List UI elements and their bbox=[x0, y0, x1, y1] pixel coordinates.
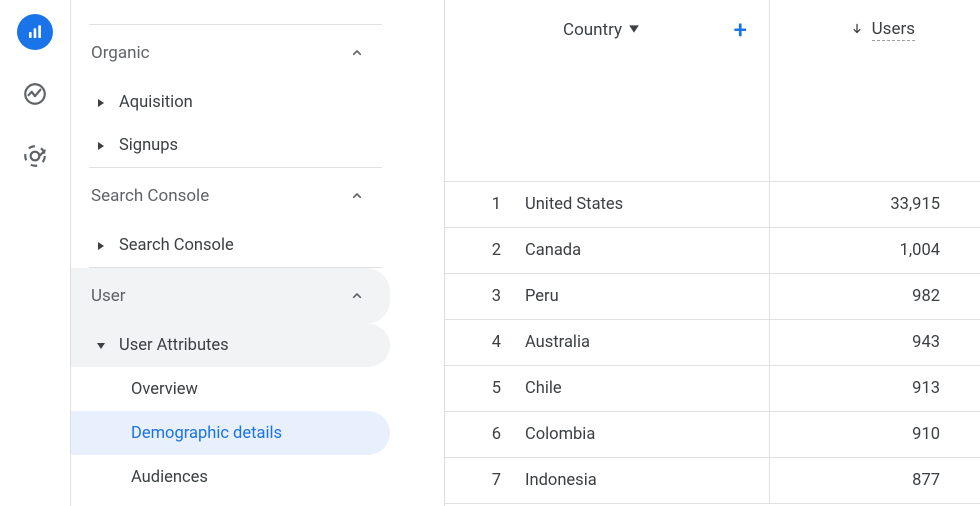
explore-icon[interactable] bbox=[17, 138, 53, 174]
triangle-right-icon bbox=[93, 141, 109, 151]
row-index: 4 bbox=[445, 333, 525, 352]
chevron-up-icon bbox=[348, 44, 366, 62]
realtime-icon[interactable] bbox=[17, 76, 53, 112]
add-dimension-button[interactable]: + bbox=[734, 18, 747, 42]
row-country: Canada bbox=[525, 228, 770, 273]
row-index: 1 bbox=[445, 195, 525, 214]
sidebar-group-label: Organic bbox=[91, 43, 150, 63]
sidebar-group-search-console[interactable]: Search Console bbox=[71, 168, 390, 224]
row-country: United States bbox=[525, 182, 770, 227]
row-country: Colombia bbox=[525, 412, 770, 457]
row-country: Indonesia bbox=[525, 458, 770, 503]
chevron-up-icon bbox=[348, 287, 366, 305]
triangle-right-icon bbox=[93, 241, 109, 251]
row-index: 6 bbox=[445, 425, 525, 444]
dimension-picker[interactable]: Country bbox=[563, 20, 640, 40]
sort-down-icon bbox=[850, 21, 864, 40]
table-header: Country + Users bbox=[445, 0, 980, 60]
sidebar-item-user-attributes[interactable]: User Attributes bbox=[71, 324, 390, 367]
table-body: 1United States33,9152Canada1,0043Peru982… bbox=[445, 182, 980, 504]
caret-down-icon bbox=[628, 20, 640, 40]
table-row[interactable]: 5Chile913 bbox=[445, 366, 980, 412]
sidebar: Organic Aquisition Signups Search Consol… bbox=[70, 0, 390, 506]
sidebar-item-acquisition[interactable]: Aquisition bbox=[71, 81, 390, 124]
sidebar-group-organic[interactable]: Organic bbox=[71, 25, 390, 81]
sidebar-subitem-audiences[interactable]: Audiences bbox=[71, 455, 390, 499]
reports-icon[interactable] bbox=[17, 14, 53, 50]
sidebar-subitem-label: Demographic details bbox=[131, 424, 282, 443]
metric-column-header[interactable]: Users bbox=[770, 19, 980, 41]
table-row[interactable]: 6Colombia910 bbox=[445, 412, 980, 458]
sidebar-item-label: User Attributes bbox=[119, 336, 229, 355]
metric-label: Users bbox=[872, 19, 915, 41]
row-users: 913 bbox=[770, 379, 980, 398]
row-index: 2 bbox=[445, 241, 525, 260]
row-index: 5 bbox=[445, 379, 525, 398]
table-row[interactable]: 1United States33,915 bbox=[445, 182, 980, 228]
row-users: 982 bbox=[770, 287, 980, 306]
row-users: 877 bbox=[770, 471, 980, 490]
table-row[interactable]: 7Indonesia877 bbox=[445, 458, 980, 504]
header-spacer bbox=[445, 60, 980, 182]
sidebar-group-label: User bbox=[91, 286, 126, 306]
row-users: 910 bbox=[770, 425, 980, 444]
row-users: 1,004 bbox=[770, 241, 980, 260]
row-index: 7 bbox=[445, 471, 525, 490]
sidebar-group-user[interactable]: User bbox=[71, 268, 390, 324]
sidebar-subitem-overview[interactable]: Overview bbox=[71, 367, 390, 411]
sidebar-item-signups[interactable]: Signups bbox=[71, 124, 390, 167]
row-users: 33,915 bbox=[770, 195, 980, 214]
sidebar-item-label: Search Console bbox=[119, 236, 234, 255]
sidebar-item-label: Aquisition bbox=[119, 93, 193, 112]
sidebar-group-label: Search Console bbox=[91, 186, 209, 206]
nav-rail bbox=[0, 0, 70, 506]
sidebar-subitem-demographic-details[interactable]: Demographic details bbox=[71, 411, 390, 455]
chevron-up-icon bbox=[348, 187, 366, 205]
content-gap bbox=[390, 0, 445, 506]
row-country: Peru bbox=[525, 274, 770, 319]
table-row[interactable]: 2Canada1,004 bbox=[445, 228, 980, 274]
sidebar-item-label: Signups bbox=[119, 136, 178, 155]
sidebar-subitem-label: Overview bbox=[131, 380, 198, 399]
triangle-right-icon bbox=[93, 98, 109, 108]
dimension-column-header: Country + bbox=[445, 0, 770, 60]
main-content: Country + Users 1United States33,9152Can… bbox=[445, 0, 980, 506]
table-row[interactable]: 4Australia943 bbox=[445, 320, 980, 366]
sidebar-item-search-console[interactable]: Search Console bbox=[71, 224, 390, 267]
row-index: 3 bbox=[445, 287, 525, 306]
sidebar-subitem-label: Audiences bbox=[131, 468, 208, 487]
row-users: 943 bbox=[770, 333, 980, 352]
row-country: Australia bbox=[525, 320, 770, 365]
row-country: Chile bbox=[525, 366, 770, 411]
triangle-down-icon bbox=[93, 341, 109, 351]
table-row[interactable]: 3Peru982 bbox=[445, 274, 980, 320]
dimension-label: Country bbox=[563, 20, 622, 40]
